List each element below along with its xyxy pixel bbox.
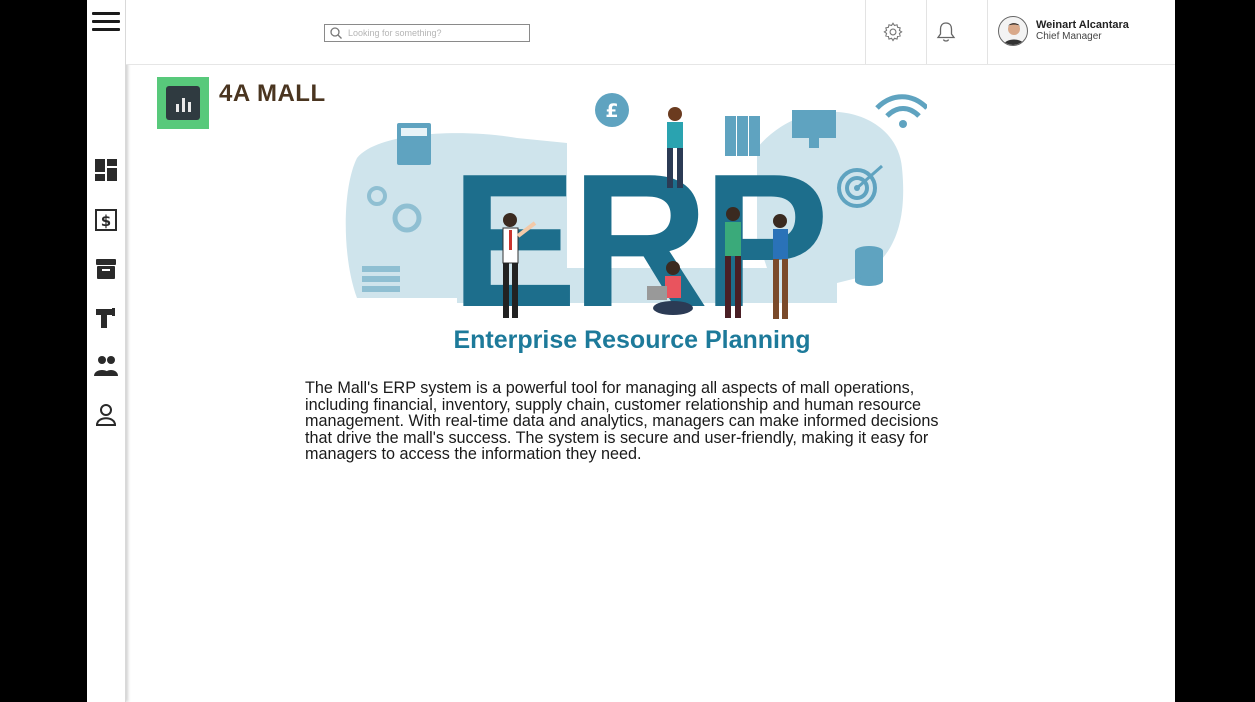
user-role: Chief Manager <box>1036 31 1102 42</box>
user-profile[interactable]: Weinart Alcantara Chief Manager <box>998 16 1129 46</box>
sidebar-item-billing[interactable]: $ <box>93 207 119 233</box>
user-icon <box>95 404 117 426</box>
billing-icon: $ <box>95 209 117 231</box>
header-divider <box>987 0 988 64</box>
sidebar-item-archive[interactable] <box>93 256 119 282</box>
tools-icon <box>96 308 115 328</box>
erp-subtitle: Enterprise Resource Planning <box>453 326 811 354</box>
user-name: Weinart Alcantara <box>1036 19 1129 31</box>
bell-icon <box>936 22 956 42</box>
archive-icon <box>96 259 116 279</box>
app-window: $ Looking for something? Weinart Alcanta… <box>87 0 1175 702</box>
sidebar-item-dashboard[interactable] <box>93 157 119 183</box>
pound-icon: £ <box>605 100 618 122</box>
gear-icon <box>883 22 903 42</box>
brand-name: 4A MALL <box>219 80 326 107</box>
top-header: Weinart Alcantara Chief Manager <box>126 0 1175 65</box>
settings-button[interactable] <box>881 20 905 44</box>
notifications-button[interactable] <box>934 20 958 44</box>
sidebar: $ <box>87 0 126 702</box>
erp-graphic: ERP £ <box>345 93 929 347</box>
header-divider <box>865 0 866 64</box>
erp-description: The Mall's ERP system is a powerful tool… <box>305 379 939 463</box>
search-icon <box>330 27 342 39</box>
sidebar-item-profile[interactable] <box>93 402 119 428</box>
logo-mark <box>157 77 209 129</box>
header-divider <box>926 0 927 64</box>
group-icon <box>94 356 118 376</box>
search-input[interactable] <box>348 28 518 38</box>
dashboard-icon <box>95 159 117 181</box>
avatar <box>998 16 1028 46</box>
sidebar-item-tools[interactable] <box>93 305 119 331</box>
brand-logo: 4A MALL <box>157 77 326 129</box>
erp-illustration: ERP £ Enterprise Resource Planning <box>337 88 929 363</box>
svg-text:$: $ <box>101 212 111 230</box>
sidebar-item-people[interactable] <box>93 353 119 379</box>
menu-toggle-icon[interactable] <box>92 12 120 34</box>
search-box[interactable] <box>324 24 530 42</box>
bar-chart-icon <box>166 86 200 120</box>
